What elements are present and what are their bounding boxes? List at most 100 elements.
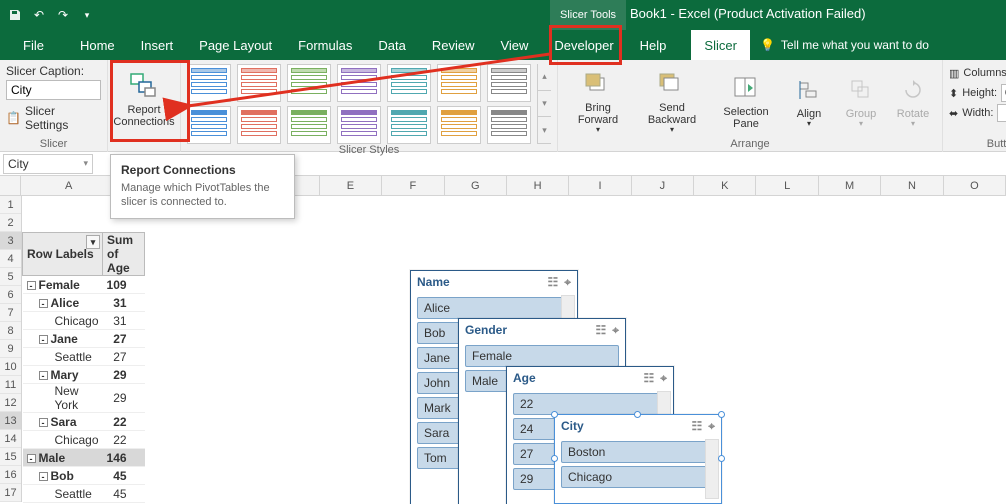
slicer-style-thumb[interactable] bbox=[187, 64, 231, 102]
slicer-style-thumb[interactable] bbox=[337, 64, 381, 102]
slicer-style-thumb[interactable] bbox=[287, 64, 331, 102]
tab-file[interactable]: File bbox=[10, 30, 57, 60]
resize-handle[interactable] bbox=[718, 411, 725, 418]
table-row[interactable]: Chicago22 bbox=[23, 431, 145, 449]
row-header-12[interactable]: 12 bbox=[0, 394, 21, 412]
col-header-M[interactable]: M bbox=[819, 176, 881, 195]
height-input[interactable] bbox=[1001, 84, 1006, 102]
clear-filter-icon[interactable]: ⌖ bbox=[612, 323, 619, 338]
row-header-6[interactable]: 6 bbox=[0, 286, 21, 304]
row-header-16[interactable]: 16 bbox=[0, 466, 21, 484]
row-header-7[interactable]: 7 bbox=[0, 304, 21, 322]
tab-insert[interactable]: Insert bbox=[128, 30, 187, 60]
clear-filter-icon[interactable]: ⌖ bbox=[660, 371, 667, 386]
tab-view[interactable]: View bbox=[487, 30, 541, 60]
name-box[interactable]: City▾ bbox=[3, 154, 93, 174]
tab-home[interactable]: Home bbox=[67, 30, 128, 60]
table-row[interactable]: Chicago31 bbox=[23, 312, 145, 330]
slicer-item[interactable]: Female bbox=[465, 345, 619, 367]
slicer-style-thumb[interactable] bbox=[387, 106, 431, 144]
slicer-settings-button[interactable]: 📋 Slicer Settings bbox=[6, 104, 101, 132]
clear-filter-icon[interactable]: ⌖ bbox=[564, 275, 571, 290]
slicer-style-thumb[interactable] bbox=[237, 64, 281, 102]
row-header-2[interactable]: 2 bbox=[0, 214, 21, 232]
tab-formulas[interactable]: Formulas bbox=[285, 30, 365, 60]
row-header-5[interactable]: 5 bbox=[0, 268, 21, 286]
slicer-item[interactable]: Alice bbox=[417, 297, 571, 319]
table-row[interactable]: -Jane27 bbox=[23, 330, 145, 348]
col-header-O[interactable]: O bbox=[944, 176, 1006, 195]
bring-forward-button[interactable]: Bring Forward▾ bbox=[564, 66, 632, 136]
col-header-A[interactable]: A bbox=[21, 176, 117, 195]
slicer-style-thumb[interactable] bbox=[487, 64, 531, 102]
table-row[interactable]: -Mary29 bbox=[23, 366, 145, 384]
row-header-17[interactable]: 17 bbox=[0, 484, 21, 502]
table-row[interactable]: New York29 bbox=[23, 384, 145, 413]
filter-dropdown-icon[interactable]: ▾ bbox=[86, 235, 100, 249]
table-row[interactable]: Seattle45 bbox=[23, 485, 145, 503]
row-header-8[interactable]: 8 bbox=[0, 322, 21, 340]
resize-handle[interactable] bbox=[551, 411, 558, 418]
row-header-3[interactable]: 3 bbox=[0, 232, 21, 250]
selection-pane-button[interactable]: Selection Pane bbox=[712, 66, 780, 136]
table-row[interactable]: -Alice31 bbox=[23, 294, 145, 312]
tab-help[interactable]: Help bbox=[627, 30, 680, 60]
slicer-style-thumb[interactable] bbox=[437, 106, 481, 144]
row-header-10[interactable]: 10 bbox=[0, 358, 21, 376]
slicer-item[interactable]: Boston bbox=[561, 441, 715, 463]
slicer-style-thumb[interactable] bbox=[387, 64, 431, 102]
resize-handle[interactable] bbox=[718, 455, 725, 462]
slicer-scrollbar[interactable] bbox=[705, 439, 719, 499]
send-backward-button[interactable]: Send Backward▾ bbox=[638, 66, 706, 136]
clear-filter-icon[interactable]: ⌖ bbox=[708, 419, 715, 434]
col-header-H[interactable]: H bbox=[507, 176, 569, 195]
tab-developer[interactable]: Developer bbox=[541, 30, 626, 60]
row-header-15[interactable]: 15 bbox=[0, 448, 21, 466]
report-connections-button[interactable]: Report Connections bbox=[110, 64, 178, 134]
tab-page-layout[interactable]: Page Layout bbox=[186, 30, 285, 60]
slicer-city[interactable]: City☷⌖ BostonChicago bbox=[554, 414, 722, 504]
col-header-K[interactable]: K bbox=[694, 176, 756, 195]
multiselect-icon[interactable]: ☷ bbox=[643, 371, 654, 386]
col-header-I[interactable]: I bbox=[569, 176, 631, 195]
slicer-style-thumb[interactable] bbox=[437, 64, 481, 102]
slicer-style-thumb[interactable] bbox=[287, 106, 331, 144]
slicer-caption-input[interactable] bbox=[6, 80, 101, 100]
resize-handle[interactable] bbox=[551, 455, 558, 462]
col-header-L[interactable]: L bbox=[756, 176, 818, 195]
row-header-11[interactable]: 11 bbox=[0, 376, 21, 394]
tab-review[interactable]: Review bbox=[419, 30, 488, 60]
table-row[interactable]: -Female109 bbox=[23, 276, 145, 294]
tab-data[interactable]: Data bbox=[365, 30, 418, 60]
col-header-G[interactable]: G bbox=[445, 176, 507, 195]
multiselect-icon[interactable]: ☷ bbox=[595, 323, 606, 338]
tell-me[interactable]: 💡 Tell me what you want to do bbox=[760, 38, 929, 52]
multiselect-icon[interactable]: ☷ bbox=[547, 275, 558, 290]
align-button[interactable]: Align▾ bbox=[786, 66, 832, 136]
table-row[interactable]: -Male146 bbox=[23, 449, 145, 467]
redo-icon[interactable]: ↷ bbox=[56, 8, 70, 22]
resize-handle[interactable] bbox=[634, 411, 641, 418]
pivot-header-rowlabels[interactable]: Row Labels bbox=[27, 247, 94, 261]
table-row[interactable]: -Sara22 bbox=[23, 413, 145, 431]
multiselect-icon[interactable]: ☷ bbox=[691, 419, 702, 434]
slicer-style-thumb[interactable] bbox=[337, 106, 381, 144]
undo-icon[interactable]: ↶ bbox=[32, 8, 46, 22]
table-row[interactable]: Seattle27 bbox=[23, 348, 145, 366]
save-icon[interactable] bbox=[8, 8, 22, 22]
row-header-4[interactable]: 4 bbox=[0, 250, 21, 268]
styles-scroll[interactable]: ▴▾▾ bbox=[537, 64, 551, 144]
select-all-corner[interactable] bbox=[0, 176, 21, 195]
table-row[interactable]: -Bob45 bbox=[23, 467, 145, 485]
slicer-style-thumb[interactable] bbox=[187, 106, 231, 144]
row-header-14[interactable]: 14 bbox=[0, 430, 21, 448]
slicer-item[interactable]: Chicago bbox=[561, 466, 715, 488]
slicer-style-thumb[interactable] bbox=[237, 106, 281, 144]
slicer-style-thumb[interactable] bbox=[487, 106, 531, 144]
qat-more-icon[interactable]: ▾ bbox=[80, 8, 94, 22]
row-header-9[interactable]: 9 bbox=[0, 340, 21, 358]
col-header-N[interactable]: N bbox=[881, 176, 943, 195]
col-header-E[interactable]: E bbox=[320, 176, 382, 195]
row-header-1[interactable]: 1 bbox=[0, 196, 21, 214]
col-header-J[interactable]: J bbox=[632, 176, 694, 195]
